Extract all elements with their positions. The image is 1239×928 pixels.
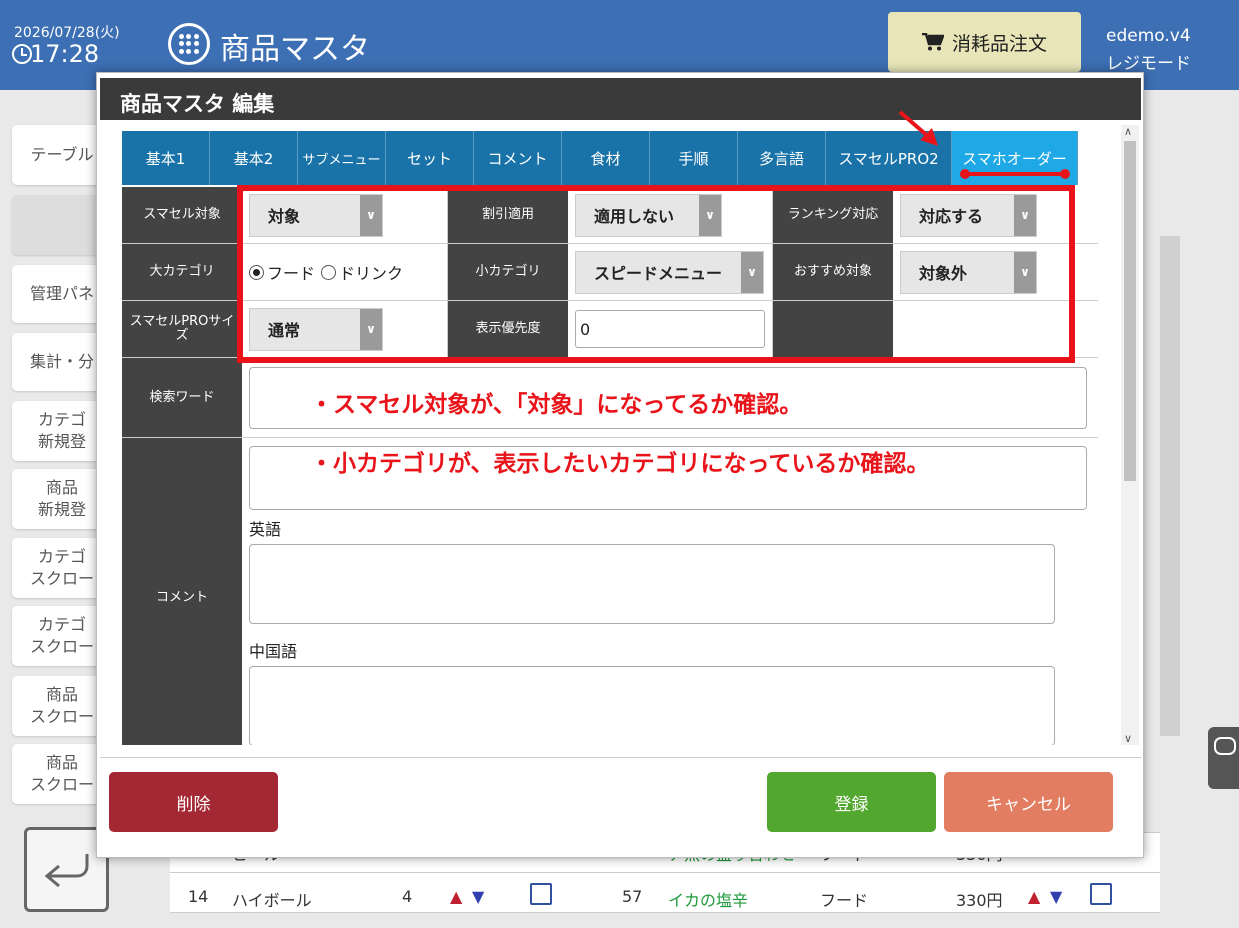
tab-submenu[interactable]: サブメニュー (298, 131, 386, 185)
smacel-target-label: スマセル対象 (122, 187, 242, 243)
tab-comment[interactable]: コメント (474, 131, 562, 185)
sort-up-icon[interactable]: ▲ (450, 887, 462, 906)
scroll-down-icon[interactable]: ∨ (1124, 732, 1132, 745)
current-date: 2026/07/28(火) (14, 25, 120, 41)
comment-english-input[interactable] (249, 544, 1055, 624)
tab-procedure[interactable]: 手順 (650, 131, 738, 185)
edit-icon[interactable] (1090, 883, 1112, 905)
table-row[interactable]: 14 ハイボール 4 ▲ ▼ 57 イカの塩辛 フード 330円 ▲ ▼ (170, 873, 1160, 913)
scrollbar-thumb[interactable] (1124, 141, 1136, 481)
remote-support-icon[interactable] (1208, 727, 1239, 789)
tab-set[interactable]: セット (386, 131, 474, 185)
main-category-label: 大カテゴリ (122, 244, 242, 300)
user-info: edemo.v4 レジモード (1106, 22, 1191, 78)
comment-chinese-input[interactable] (249, 666, 1055, 745)
tab-basic1[interactable]: 基本1 (122, 131, 210, 185)
app-menu-icon[interactable] (168, 23, 210, 65)
edit-icon[interactable] (530, 883, 552, 905)
sort-down-icon[interactable]: ▼ (1050, 887, 1062, 906)
modal-scrollbar[interactable]: ∧ ∨ (1121, 125, 1139, 745)
page-title: 商品マスタ (220, 32, 370, 67)
sort-up-icon[interactable]: ▲ (1028, 887, 1040, 906)
tab-multilingual[interactable]: 多言語 (738, 131, 826, 185)
highlight-box (237, 185, 1075, 363)
search-word-label: 検索ワード (122, 358, 242, 437)
active-tab-underline (960, 169, 1070, 179)
background-scrollbar[interactable] (1160, 236, 1180, 736)
tab-ingredients[interactable]: 食材 (562, 131, 650, 185)
chinese-label: 中国語 (249, 642, 298, 661)
cancel-button[interactable]: キャンセル (944, 772, 1113, 832)
clock-icon (12, 44, 32, 64)
comment-label: コメント (122, 438, 242, 745)
cart-icon (921, 33, 944, 51)
tab-smartphone-order[interactable]: スマホオーダー (952, 131, 1078, 185)
scroll-up-icon[interactable]: ∧ (1124, 125, 1132, 138)
supply-order-button[interactable]: 消耗品注文 (888, 12, 1081, 72)
supply-order-label: 消耗品注文 (951, 32, 1047, 55)
current-time: 17:28 (30, 40, 100, 68)
register-button[interactable]: 登録 (767, 772, 936, 832)
tab-basic2[interactable]: 基本2 (210, 131, 298, 185)
user-name: edemo.v4 (1106, 26, 1191, 46)
annotation-note-2: ・小カテゴリが、表示したいカテゴリになっているか確認。 (310, 451, 930, 477)
footer-divider (100, 757, 1141, 758)
delete-button[interactable]: 削除 (109, 772, 278, 832)
pro-size-label: スマセルPROサイズ (122, 301, 242, 357)
return-arrow-icon (44, 853, 88, 887)
pointer-arrow-icon (898, 110, 938, 146)
sort-down-icon[interactable]: ▼ (472, 887, 484, 906)
english-label: 英語 (249, 520, 282, 539)
annotation-note-1: ・スマセル対象が、「対象」になってるか確認。 (310, 392, 803, 418)
modal-title: 商品マスタ 編集 (100, 78, 1141, 120)
